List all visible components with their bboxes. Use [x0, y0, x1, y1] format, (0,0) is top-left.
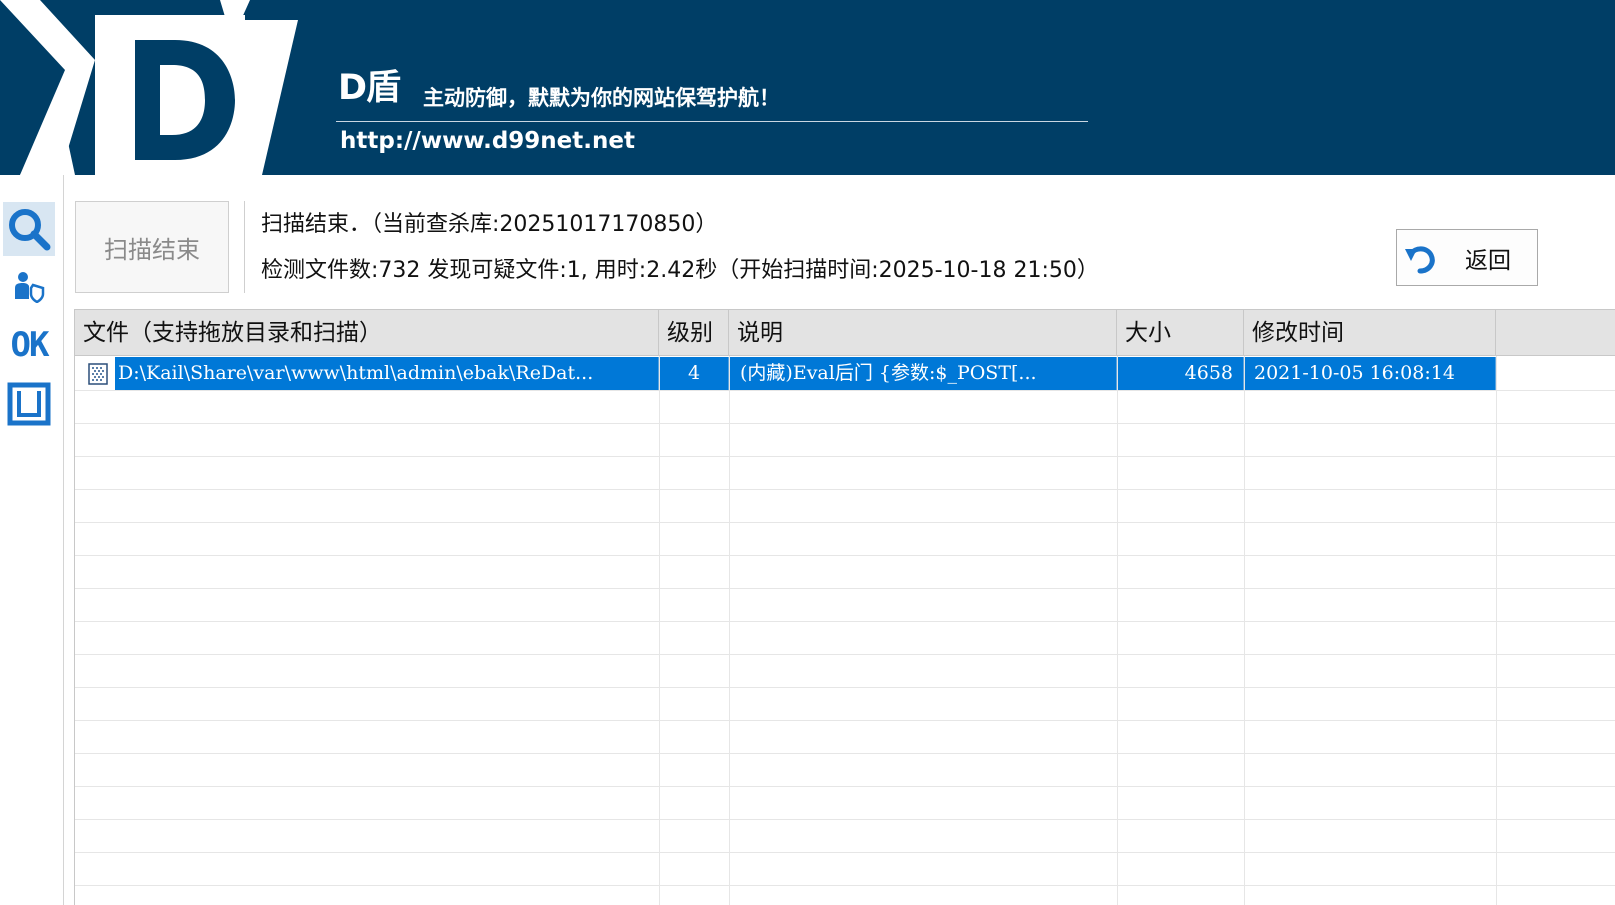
brand-name: D盾: [338, 68, 401, 108]
table-header: 文件（支持拖放目录和扫描） 级别 说明 大小 修改时间: [75, 309, 1615, 356]
cell-level: 4: [660, 357, 729, 390]
window-icon: [7, 382, 51, 426]
column-header-file[interactable]: 文件（支持拖放目录和扫描）: [75, 310, 659, 356]
magnifier-icon: [9, 209, 51, 251]
back-button-label: 返回: [1465, 247, 1511, 274]
table-row[interactable]: D:\Kail\Share\var\www\html\admin\ebak\Re…: [75, 357, 1496, 390]
brand-slogan: 主动防御，默默为你的网站保驾护航！: [423, 86, 780, 110]
sidebar-window-button[interactable]: [3, 377, 55, 431]
column-header-modified[interactable]: 修改时间: [1244, 310, 1496, 356]
sidebar-scan-button[interactable]: [3, 202, 55, 256]
user-shield-icon: [15, 272, 45, 303]
left-sidebar: OK: [0, 175, 64, 905]
table-grid: [75, 356, 1615, 905]
cell-file: D:\Kail\Share\var\www\html\admin\ebak\Re…: [75, 357, 659, 390]
scan-summary-line: 扫描结束．（当前查杀库:20251017170850）: [261, 212, 718, 237]
ok-icon: OK: [10, 325, 50, 365]
header-divider: [336, 121, 1088, 122]
file-icon: [88, 363, 108, 385]
column-header-description[interactable]: 说明: [729, 310, 1117, 356]
scan-results-table[interactable]: 文件（支持拖放目录和扫描） 级别 说明 大小 修改时间 D:\Kail\Shar…: [74, 309, 1615, 905]
status-divider: [244, 201, 245, 293]
cell-description: (内藏)Eval后门 {参数:$_POST[...: [730, 357, 1117, 390]
column-header-level[interactable]: 级别: [659, 310, 729, 356]
website-url[interactable]: http://www.d99net.net: [340, 126, 635, 156]
file-path: D:\Kail\Share\var\www\html\admin\ebak\Re…: [115, 357, 658, 390]
cell-size: 4658: [1118, 357, 1244, 390]
column-header-size[interactable]: 大小: [1117, 310, 1244, 356]
cell-modified: 2021-10-05 16:08:14: [1245, 357, 1496, 390]
back-button[interactable]: 返回: [1396, 229, 1538, 286]
d-shield-logo-icon: [0, 0, 298, 175]
undo-arrow-icon: [1405, 245, 1435, 273]
scan-state-indicator: 扫描结束: [75, 201, 229, 293]
sidebar-protect-button[interactable]: [3, 259, 55, 313]
sidebar-ok-button[interactable]: OK: [3, 318, 55, 372]
header-banner: D盾 主动防御，默默为你的网站保驾护航！ http://www.d99net.n…: [0, 0, 1615, 175]
scan-stats-line: 检测文件数:732 发现可疑文件:1, 用时:2.42秒（开始扫描时间:2025…: [261, 258, 1099, 283]
